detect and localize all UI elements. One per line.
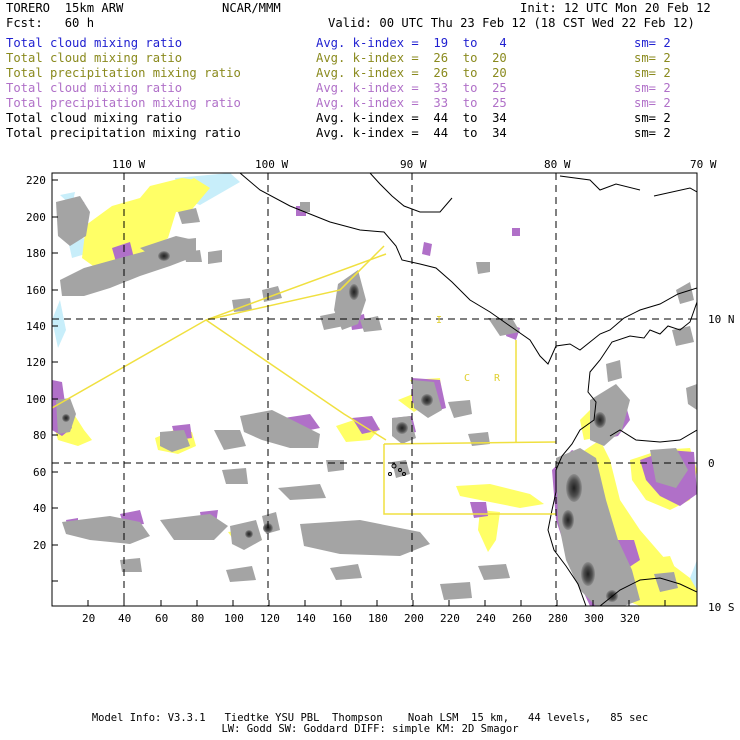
bottom-x-label: 80	[191, 612, 204, 625]
bottom-x-label: 240	[476, 612, 496, 625]
weather-fields	[52, 173, 697, 606]
bottom-x-label: 160	[332, 612, 352, 625]
left-y-label: 220	[26, 174, 46, 187]
domain-boundaries	[52, 245, 557, 515]
left-y-label: 80	[33, 429, 46, 442]
bottom-x-label: 120	[260, 612, 280, 625]
left-y-label: 60	[33, 466, 46, 479]
bottom-x-label: 40	[118, 612, 131, 625]
bottom-x-label: 140	[296, 612, 316, 625]
top-lon-label-3: 90 W	[400, 158, 427, 171]
left-y-label: 180	[26, 247, 46, 260]
top-lon-label-1: 110 W	[112, 158, 145, 171]
bottom-x-label: 320	[620, 612, 640, 625]
region-label-r: R	[494, 373, 501, 384]
forecast-map: I C R 110 W 100 W 90 W 80 W 70 W 10 N 0 …	[26, 158, 735, 625]
left-y-label: 160	[26, 284, 46, 297]
bottom-x-label: 100	[224, 612, 244, 625]
right-lat-label-3: 10 S	[708, 601, 735, 614]
bottom-x-label: 60	[155, 612, 168, 625]
bottom-x-label: 280	[548, 612, 568, 625]
left-y-label: 100	[26, 393, 46, 406]
right-lat-label-2: 0	[708, 457, 715, 470]
bottom-x-label: 20	[82, 612, 95, 625]
bottom-x-label: 260	[512, 612, 532, 625]
model-info-line-2: LW: Godd SW: Goddard DIFF: simple KM: 2D…	[221, 723, 519, 735]
top-lon-label-5: 70 W	[690, 158, 717, 171]
bottom-x-label: 220	[440, 612, 460, 625]
left-y-label: 120	[26, 356, 46, 369]
left-y-label: 200	[26, 211, 46, 224]
left-y-label: 140	[26, 320, 46, 333]
left-y-label: 20	[33, 539, 46, 552]
top-lon-label-4: 80 W	[544, 158, 571, 171]
left-y-label: 40	[33, 502, 46, 515]
top-lon-label-2: 100 W	[255, 158, 288, 171]
bottom-x-label: 300	[584, 612, 604, 625]
bottom-x-label: 180	[368, 612, 388, 625]
bottom-x-label: 200	[404, 612, 424, 625]
region-label-c: C	[464, 373, 470, 384]
right-lat-label-1: 10 N	[708, 313, 735, 326]
region-label-i: I	[436, 315, 442, 326]
